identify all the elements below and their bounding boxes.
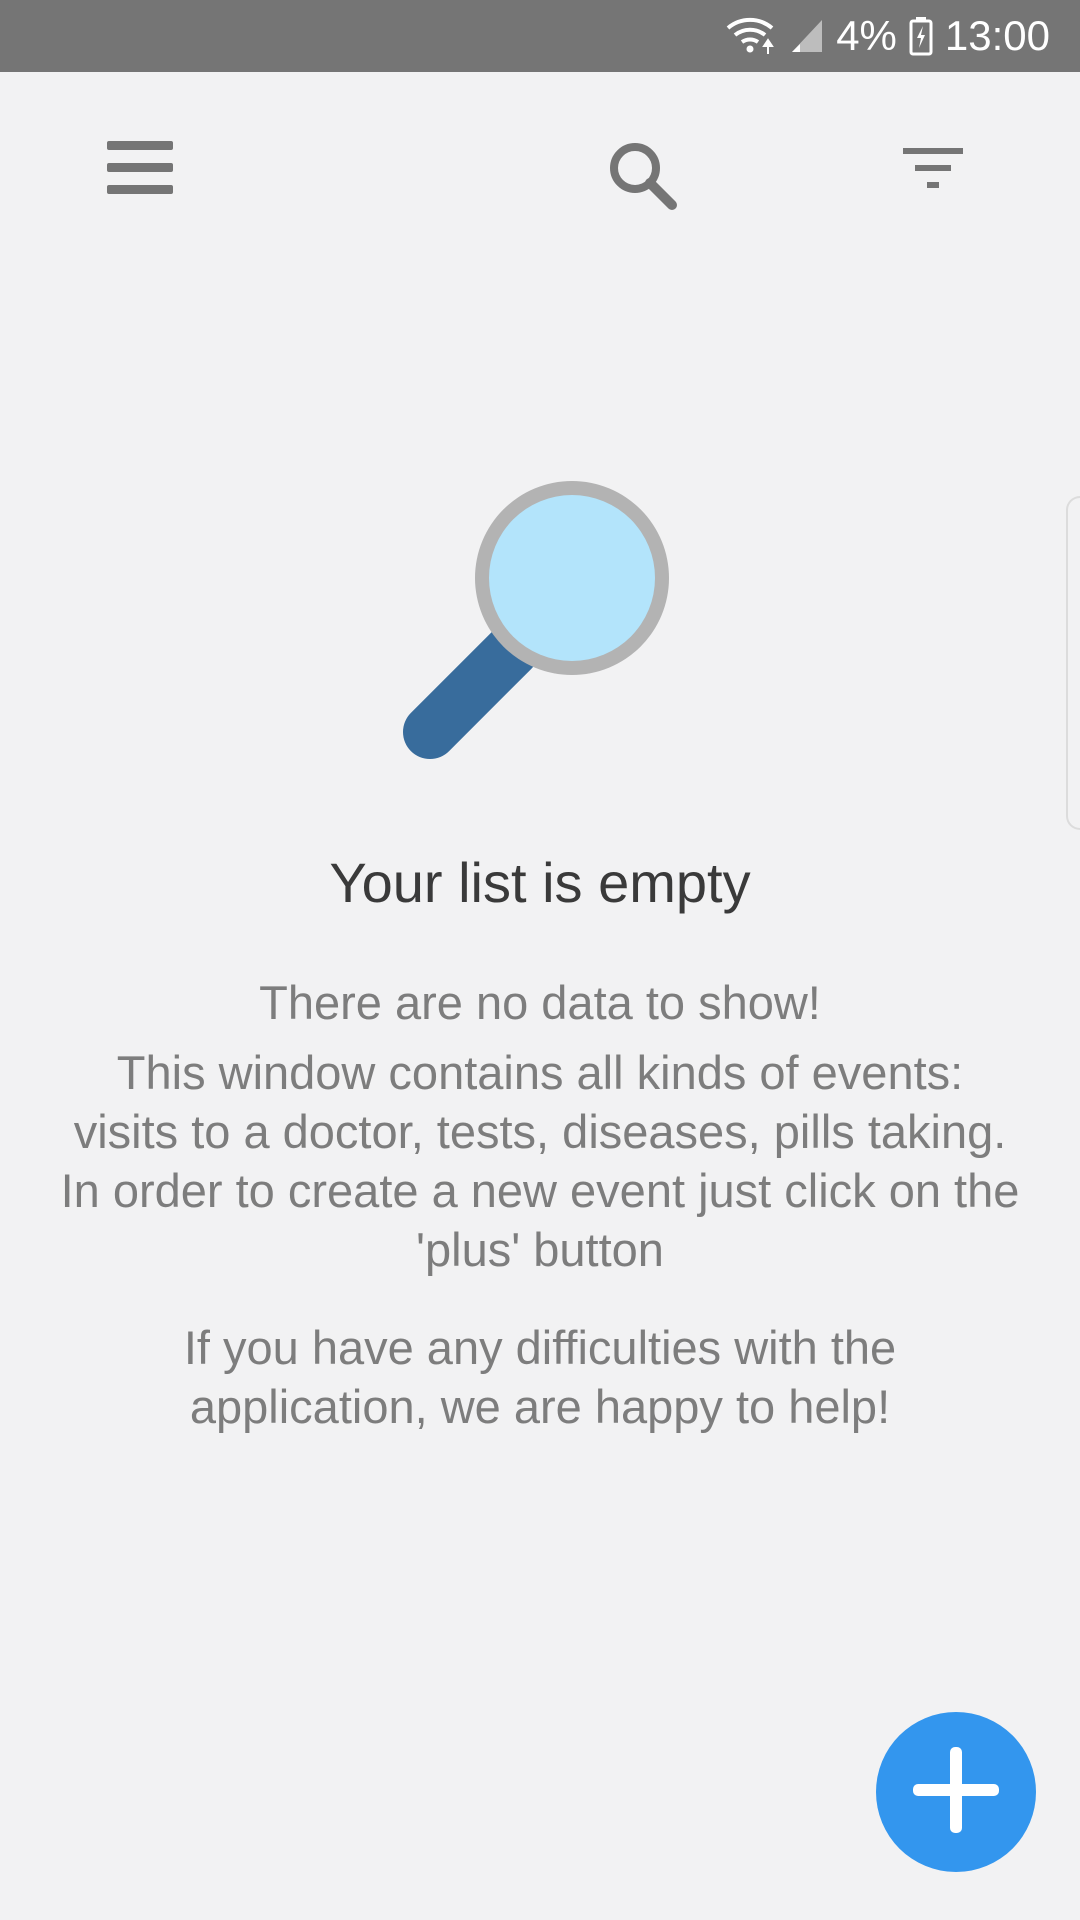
magnifying-glass-icon	[390, 460, 690, 760]
plus-icon	[913, 1746, 999, 1838]
hamburger-menu-icon	[107, 139, 173, 202]
search-button[interactable]	[583, 118, 703, 238]
signal-icon	[790, 18, 824, 54]
empty-state-title: Your list is empty	[329, 851, 751, 914]
status-bar: 4% 13:00	[0, 0, 1080, 72]
search-icon	[605, 138, 681, 219]
screen: 4% 13:00 Your list is empty There are no…	[0, 0, 1080, 1920]
wifi-icon	[726, 16, 778, 56]
battery-percent: 4%	[836, 12, 897, 59]
filter-button[interactable]	[873, 110, 993, 230]
filter-icon	[903, 146, 963, 195]
battery-charging-icon	[909, 16, 933, 56]
edge-panel-handle[interactable]	[1066, 496, 1080, 830]
add-event-button[interactable]	[876, 1712, 1036, 1872]
menu-button[interactable]	[80, 110, 200, 230]
empty-state-message: There are no data to show!	[259, 976, 821, 1029]
clock: 13:00	[944, 12, 1050, 59]
empty-state-description: This window contains all kinds of events…	[60, 1046, 1020, 1276]
help-message: If you have any difficulties with the ap…	[183, 1321, 897, 1433]
status-icons: 4% 13:00	[726, 0, 1050, 72]
